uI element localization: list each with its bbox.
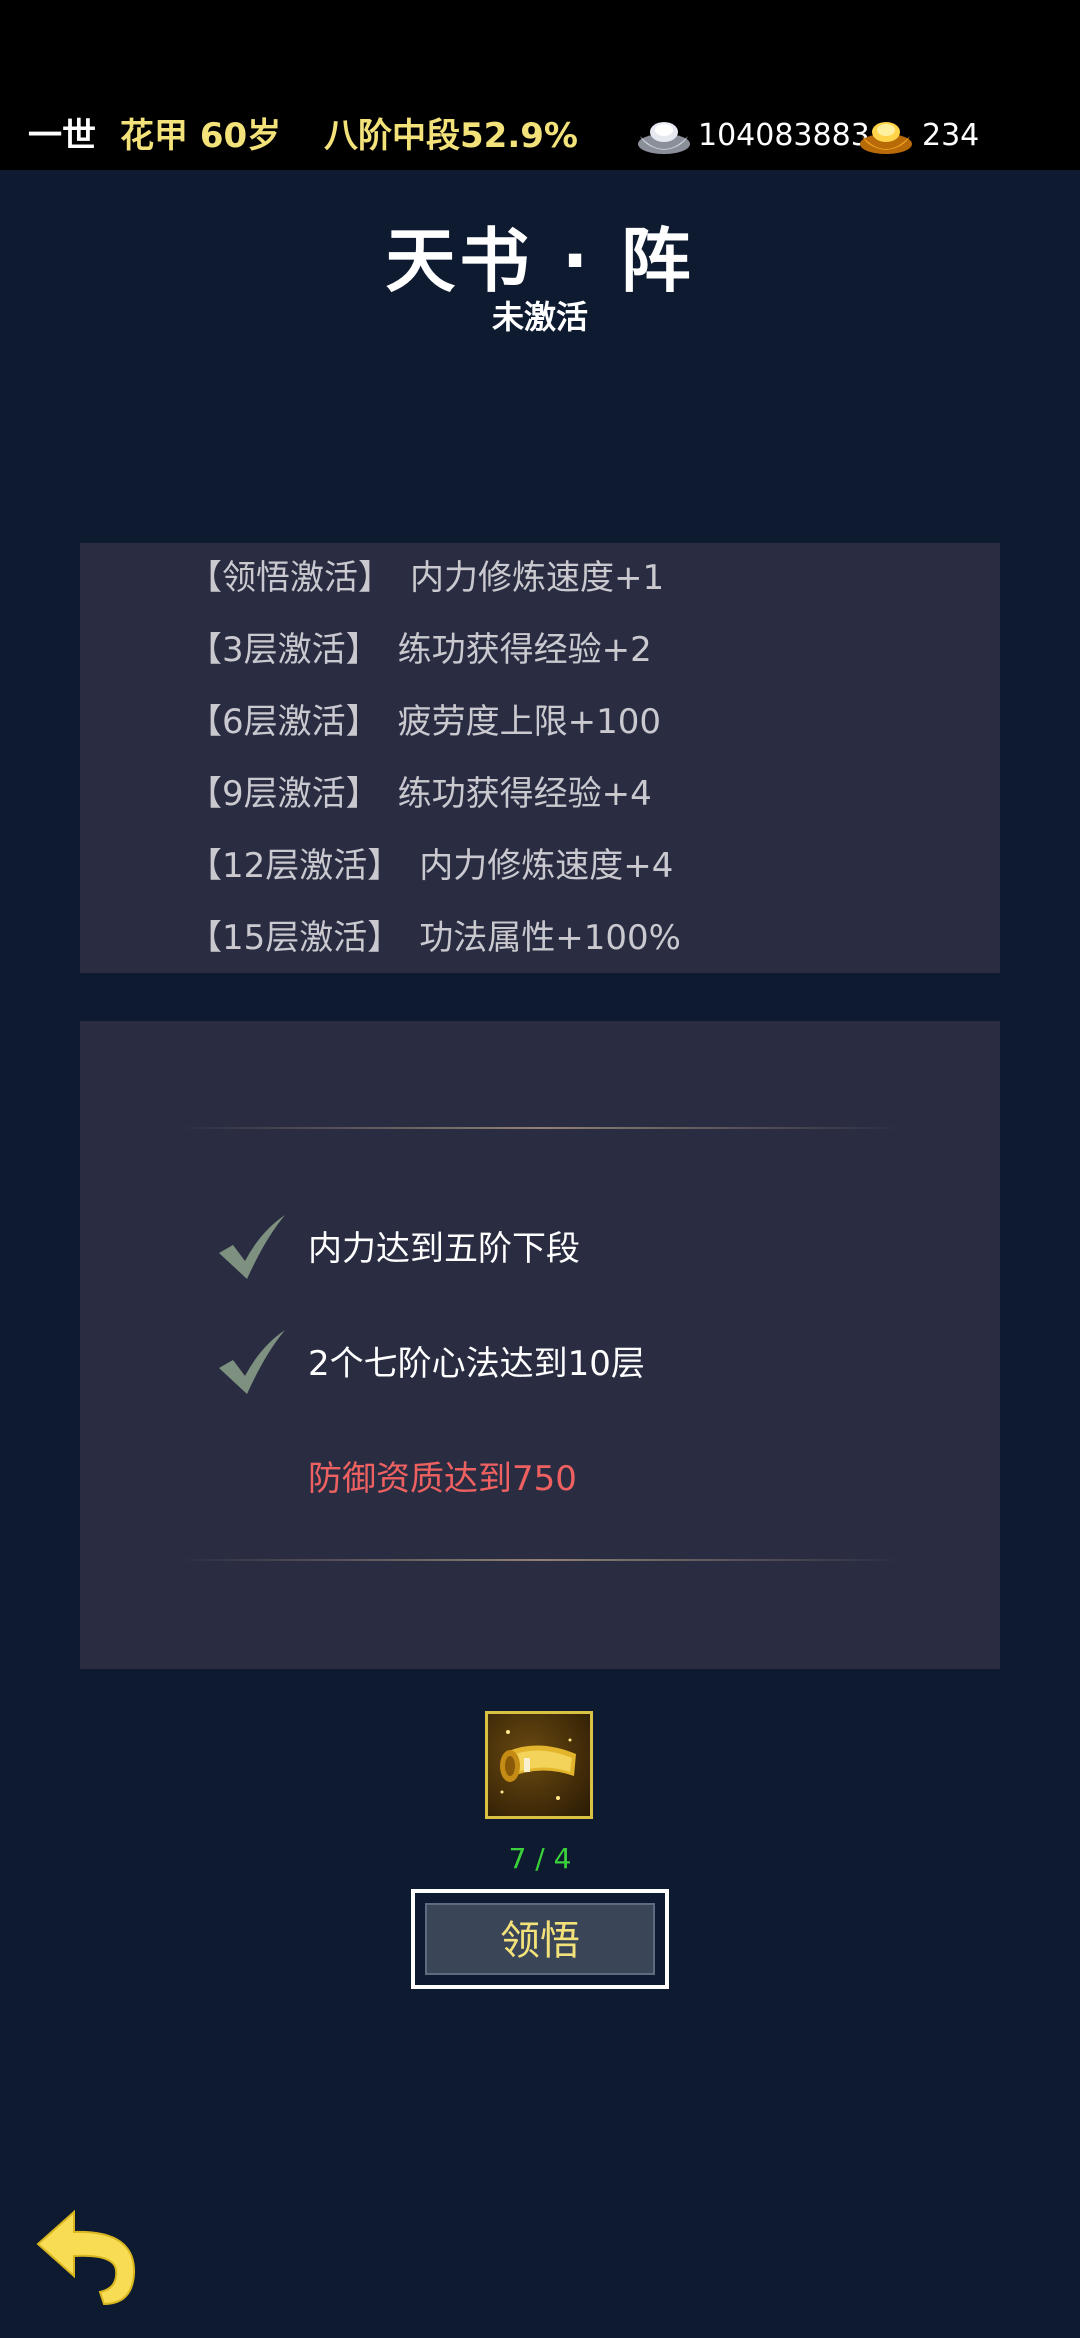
comprehend-button[interactable]: 领悟: [411, 1889, 669, 1989]
golden-scroll-icon[interactable]: [485, 1711, 593, 1819]
gold-ingot-icon: [858, 114, 914, 175]
effect-bonus: 内力修炼速度+1: [410, 558, 665, 598]
effect-tag: 【9层激活】: [188, 774, 380, 814]
effect-row: 【15层激活】 功法属性+100%: [188, 908, 681, 968]
comprehend-button-label: 领悟: [425, 1903, 655, 1975]
effect-bonus: 练功获得经验+4: [397, 774, 652, 814]
page-title: 天书 · 阵: [385, 220, 695, 302]
life-label: 一世: [28, 116, 96, 156]
silver-ingot-icon: [636, 114, 692, 175]
effect-bonus: 功法属性+100%: [419, 918, 681, 958]
divider-top: [180, 1127, 900, 1129]
requirements-panel: 内力达到五阶下段 2个七阶心法达到10层 防御资质达到750: [80, 1021, 1000, 1669]
requirement-text: 2个七阶心法达到10层: [308, 1344, 645, 1384]
activation-status: 未激活: [491, 298, 588, 336]
check-icon: [215, 1324, 295, 1404]
silver-amount: 104083883: [698, 118, 870, 153]
player-hud: 一世 花甲 60岁 八阶中段52.9% 104083883 234: [0, 108, 1080, 164]
requirement-text-unmet: 防御资质达到750: [308, 1459, 577, 1499]
effect-tag: 【6层激活】: [188, 702, 380, 742]
effect-row: 【12层激活】 内力修炼速度+4: [188, 836, 673, 896]
gold-amount: 234: [922, 118, 980, 153]
effect-bonus: 内力修炼速度+4: [419, 846, 674, 886]
requirement-row: 内力达到五阶下段: [80, 1209, 1000, 1289]
effect-row: 【6层激活】 疲劳度上限+100: [188, 692, 661, 752]
requirement-row: 2个七阶心法达到10层: [80, 1324, 1000, 1404]
effect-row: 【9层激活】 练功获得经验+4: [188, 764, 652, 824]
realm-progress-label: 八阶中段52.9%: [324, 116, 578, 156]
back-arrow-icon[interactable]: [30, 2200, 150, 2310]
effect-bonus: 疲劳度上限+100: [397, 702, 662, 742]
requirement-row: 防御资质达到750: [80, 1439, 1000, 1519]
age-label: 花甲 60岁: [120, 116, 282, 156]
effects-panel: 【领悟激活】 内力修炼速度+1 【3层激活】 练功获得经验+2 【6层激活】 疲劳度上…: [80, 543, 1000, 973]
requirement-text: 内力达到五阶下段: [308, 1229, 580, 1269]
check-icon: [215, 1209, 295, 1289]
effect-row: 【3层激活】 练功获得经验+2: [188, 620, 652, 680]
item-count: 7 / 4: [508, 1842, 572, 1875]
effect-tag: 【15层激活】: [188, 918, 402, 958]
divider-bottom: [180, 1559, 900, 1561]
effect-tag: 【12层激活】: [188, 846, 402, 886]
effect-row: 【领悟激活】 内力修炼速度+1: [188, 548, 664, 608]
effect-bonus: 练功获得经验+2: [397, 630, 652, 670]
effect-tag: 【领悟激活】: [188, 558, 392, 598]
effect-tag: 【3层激活】: [188, 630, 380, 670]
